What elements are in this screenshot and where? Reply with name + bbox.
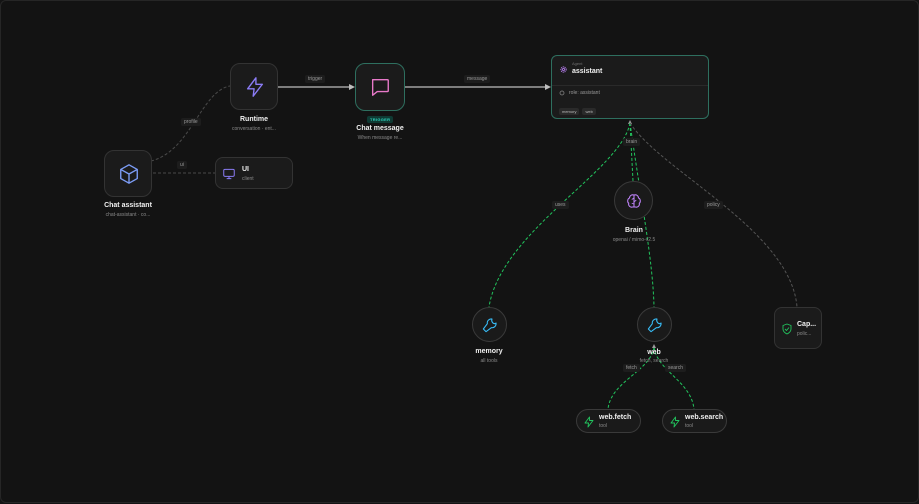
memory-title: memory (475, 348, 503, 355)
node-web-search[interactable]: web.search tool (662, 409, 727, 433)
agent-role: role: assistant (569, 90, 600, 96)
lightning-icon (584, 416, 594, 428)
edge-label-search: search (665, 364, 687, 372)
capabilities-title: Cap... (797, 321, 817, 328)
edge-label-fetch: fetch (623, 364, 640, 372)
edge-label-profile: profile (181, 118, 201, 126)
tag-web: web (582, 108, 596, 115)
trigger-badge: TRIGGER (367, 116, 394, 123)
node-capabilities[interactable]: Cap... polic... (774, 307, 822, 349)
edge-search (653, 346, 695, 410)
chat-assistant-title: Chat assistant (104, 202, 152, 209)
node-chat-assistant[interactable] (104, 150, 152, 197)
edges-layer (150, 84, 798, 410)
capabilities-subtitle: polic... (797, 331, 812, 337)
edge-label-policy: policy (704, 201, 723, 209)
chat-message-subtitle: When message re... (357, 135, 403, 141)
node-brain[interactable] (614, 181, 653, 220)
web-subtitle: fetch, search (639, 358, 669, 364)
tag-memory: memory (559, 108, 580, 115)
memory-subtitle: all tools (480, 358, 498, 364)
node-ui[interactable]: UI client (215, 157, 293, 189)
edge-label-ui: ui (177, 161, 187, 169)
node-runtime[interactable] (230, 63, 278, 110)
brain-icon (627, 194, 641, 208)
node-memory[interactable] (472, 307, 507, 342)
ui-subtitle: client (242, 176, 254, 182)
workflow-canvas[interactable]: profile ui trigger message brain uses po… (0, 0, 919, 503)
cube-icon (120, 164, 138, 184)
web-fetch-subtitle: tool (599, 423, 608, 429)
web-search-subtitle: tool (685, 423, 694, 429)
agent-kind: Agent (572, 61, 583, 66)
chat-message-title: Chat message (356, 125, 404, 132)
gear-icon (560, 66, 567, 73)
edge-label-brain: brain (623, 138, 641, 146)
ui-title: UI (242, 166, 249, 173)
edge-policy (629, 122, 798, 308)
edge-label-message: message (464, 75, 491, 83)
runtime-title: Runtime (240, 116, 268, 123)
node-web[interactable] (637, 307, 672, 342)
web-fetch-title: web.fetch (599, 414, 632, 421)
agent-divider (552, 85, 708, 86)
settings-icon (559, 90, 565, 96)
brain-title: Brain (625, 227, 643, 234)
chat-bubble-icon (371, 78, 389, 96)
web-search-title: web.search (685, 414, 724, 421)
node-web-fetch[interactable]: web.fetch tool (576, 409, 641, 433)
monitor-icon (223, 168, 235, 180)
edge-label-trigger: trigger (305, 75, 326, 83)
node-agent[interactable]: Agent assistant role: assistant memory we… (551, 55, 709, 119)
edge-uses (488, 122, 631, 308)
runtime-subtitle: conversation · ent... (232, 126, 276, 132)
lightning-icon (246, 77, 264, 97)
edge-label-uses: uses (552, 201, 569, 209)
edge-brain (629, 122, 634, 182)
lightning-icon (670, 416, 680, 428)
wrench-icon (482, 318, 497, 333)
shield-icon (782, 323, 792, 335)
brain-subtitle: openai / mimo-v2.5 (612, 237, 656, 243)
web-title: web (647, 349, 661, 356)
agent-tags: memory web (559, 100, 599, 118)
node-chat-message[interactable] (355, 63, 405, 111)
agent-title: assistant (572, 68, 603, 75)
edge-fetch (607, 346, 655, 410)
chat-assistant-subtitle: chat-assistant · co... (105, 212, 151, 218)
wrench-icon (647, 318, 662, 333)
